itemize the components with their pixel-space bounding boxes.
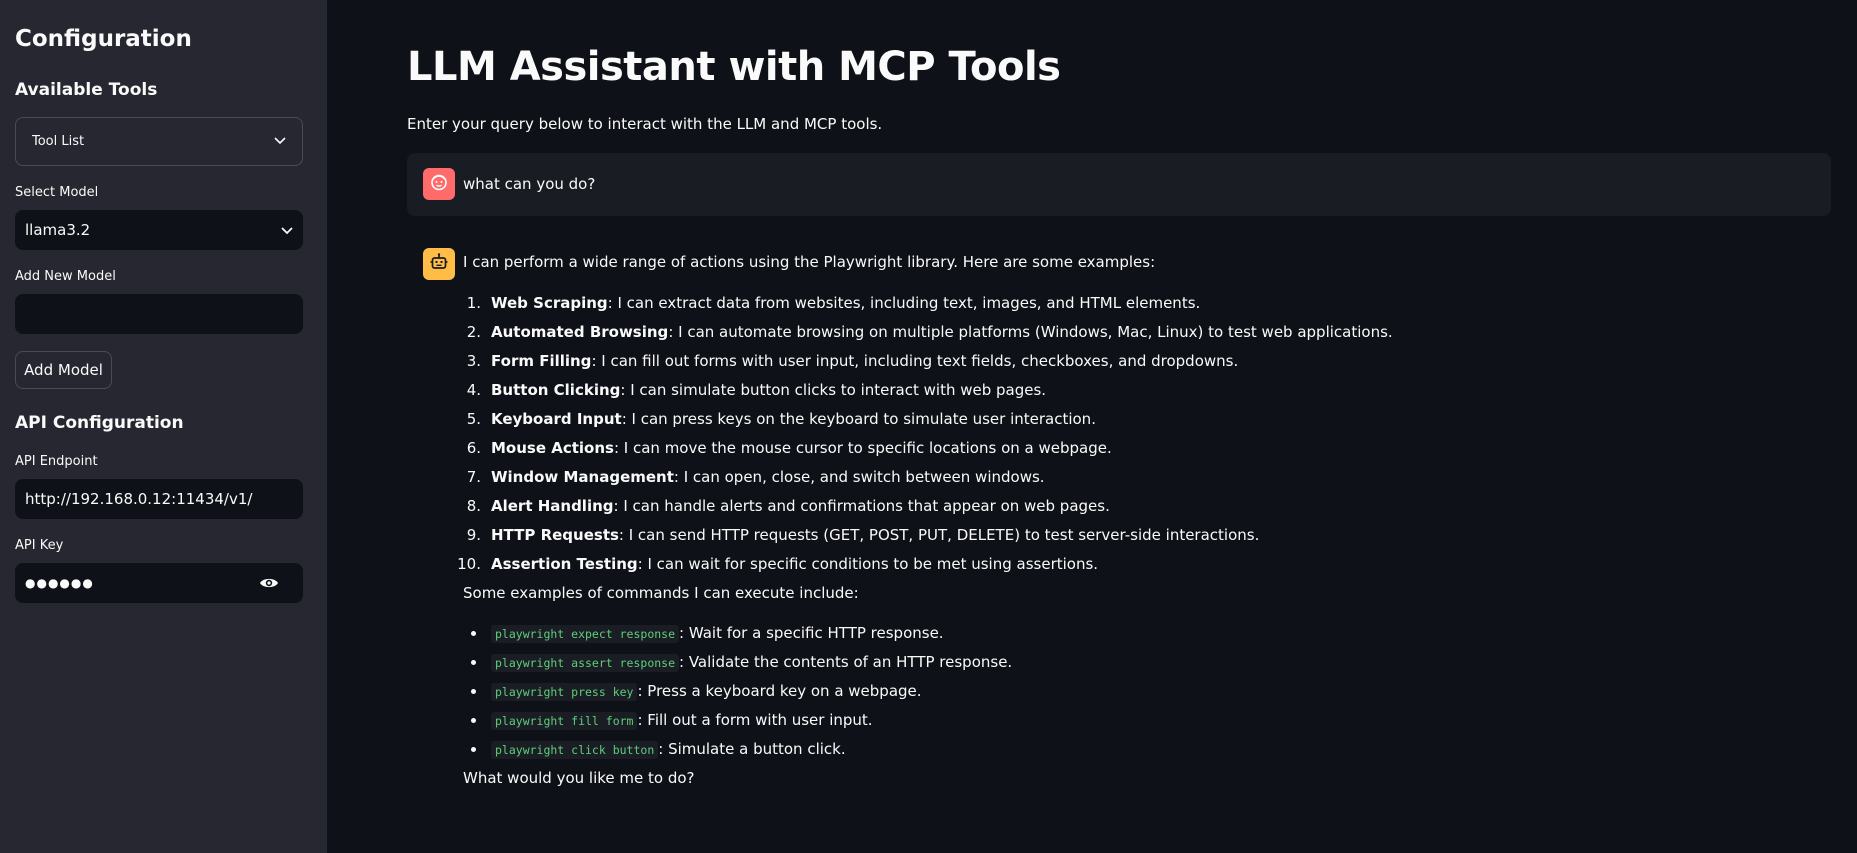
chevron-down-icon <box>274 134 286 149</box>
command-item: playwright expect response: Wait for a s… <box>463 623 1763 652</box>
list-item-title: Assertion Testing <box>491 555 638 573</box>
capabilities-list: 1. Web Scraping: I can extract data from … <box>457 293 1763 583</box>
list-item-text: : I can move the mouse cursor to specifi… <box>613 439 1112 457</box>
api-endpoint-value: http://192.168.0.12:11434/v1/ <box>25 490 253 508</box>
api-endpoint-input[interactable]: http://192.168.0.12:11434/v1/ <box>15 479 303 519</box>
commands-list: playwright expect response: Wait for a s… <box>463 623 1763 768</box>
command-item: playwright fill form: Fill out a form wi… <box>463 710 1763 739</box>
assistant-closing: What would you like me to do? <box>463 769 695 787</box>
list-item-number: 6. <box>466 439 481 457</box>
api-key-masked-value: ●●●●●● <box>25 576 94 590</box>
api-key-input[interactable]: ●●●●●● <box>15 563 303 603</box>
add-new-model-input[interactable] <box>15 294 303 334</box>
command-text: : Wait for a specific HTTP response. <box>679 624 944 642</box>
command-code: playwright assert response <box>491 654 680 672</box>
list-item-title: Alert Handling <box>491 497 614 515</box>
api-config-heading: API Configuration <box>15 413 184 433</box>
assistant-avatar <box>423 248 455 280</box>
list-item: 2. Automated Browsing: I can automate bro… <box>463 322 1763 351</box>
user-avatar <box>423 168 455 200</box>
list-item-number: 9. <box>466 526 481 544</box>
bullet-icon <box>471 747 476 752</box>
command-code: playwright click button <box>491 741 659 759</box>
list-item: 8. Alert Handling: I can handle alerts an… <box>463 496 1763 525</box>
command-item: playwright assert response: Validate the… <box>463 652 1763 681</box>
list-item-number: 5. <box>466 410 481 428</box>
user-message-text: what can you do? <box>463 175 596 193</box>
assistant-message: I can perform a wide range of actions us… <box>457 252 1763 788</box>
list-item-text: : I can automate browsing on multiple pl… <box>668 323 1393 341</box>
list-item-number: 2. <box>466 323 481 341</box>
command-code: playwright press key <box>491 683 638 701</box>
list-item-title: Web Scraping <box>491 294 608 312</box>
command-text: : Simulate a button click. <box>658 740 846 758</box>
list-item: 10. Assertion Testing: I can wait for spe… <box>457 554 1763 583</box>
select-model-label: Select Model <box>15 185 99 200</box>
selected-model-value: llama3.2 <box>25 221 91 239</box>
list-item-text: : I can extract data from websites, incl… <box>607 294 1201 312</box>
list-item: 7. Window Management: I can open, close, … <box>463 467 1763 496</box>
api-endpoint-label: API Endpoint <box>15 454 98 469</box>
tools-heading: Available Tools <box>15 80 158 100</box>
bullet-icon <box>471 631 476 636</box>
list-item-text: : I can simulate button clicks to intera… <box>620 381 1047 399</box>
user-face-icon <box>429 172 449 196</box>
list-item-number: 8. <box>466 497 481 515</box>
list-item-text: : I can press keys on the keyboard to si… <box>621 410 1096 428</box>
chevron-down-icon <box>281 221 293 239</box>
list-item: 6. Mouse Actions: I can move the mouse cu… <box>463 438 1763 467</box>
list-item-title: Window Management <box>491 468 674 486</box>
add-new-model-label: Add New Model <box>15 269 116 284</box>
list-item: 4. Button Clicking: I can simulate button… <box>463 380 1763 409</box>
list-item-title: Form Filling <box>491 352 592 370</box>
page-title: LLM Assistant with MCP Tools <box>407 44 1061 90</box>
examples-intro: Some examples of commands I can execute … <box>463 584 859 602</box>
robot-icon <box>429 252 449 276</box>
list-item-text: : I can open, close, and switch between … <box>673 468 1045 486</box>
list-item-title: Button Clicking <box>491 381 621 399</box>
list-item: 9. HTTP Requests: I can send HTTP request… <box>463 525 1763 554</box>
list-item-text: : I can wait for specific conditions to … <box>637 555 1099 573</box>
list-item-text: : I can handle alerts and confirmations … <box>613 497 1110 515</box>
bullet-icon <box>471 718 476 723</box>
list-item-title: HTTP Requests <box>491 526 619 544</box>
assistant-intro: I can perform a wide range of actions us… <box>463 253 1156 271</box>
main-content: LLM Assistant with MCP Tools Enter your … <box>327 0 1857 853</box>
command-code: playwright fill form <box>491 712 638 730</box>
command-text: : Fill out a form with user input. <box>637 711 873 729</box>
list-item-number: 10. <box>457 555 481 573</box>
tool-list-label: Tool List <box>32 134 85 149</box>
sidebar: Configuration Available Tools Tool List … <box>0 0 327 853</box>
tool-list-expander[interactable]: Tool List <box>15 117 303 166</box>
list-item: 1. Web Scraping: I can extract data from … <box>463 293 1763 322</box>
list-item: 3. Form Filling: I can fill out forms wit… <box>463 351 1763 380</box>
list-item-number: 1. <box>466 294 481 312</box>
list-item-title: Mouse Actions <box>491 439 614 457</box>
model-select[interactable]: llama3.2 <box>15 210 303 250</box>
command-text: : Press a keyboard key on a webpage. <box>637 682 922 700</box>
user-message: what can you do? <box>407 153 1831 216</box>
sidebar-title: Configuration <box>15 26 192 52</box>
page-caption: Enter your query below to interact with … <box>407 115 883 133</box>
add-model-button[interactable]: Add Model <box>15 351 112 389</box>
api-key-label: API Key <box>15 538 64 553</box>
bullet-icon <box>471 689 476 694</box>
command-text: : Validate the contents of an HTTP respo… <box>679 653 1013 671</box>
list-item-number: 3. <box>466 352 481 370</box>
eye-icon[interactable] <box>259 576 279 590</box>
command-code: playwright expect response <box>491 625 680 643</box>
list-item: 5. Keyboard Input: I can press keys on th… <box>463 409 1763 438</box>
list-item-number: 7. <box>466 468 481 486</box>
bullet-icon <box>471 660 476 665</box>
list-item-number: 4. <box>466 381 481 399</box>
command-item: playwright click button: Simulate a butt… <box>463 739 1763 768</box>
list-item-title: Keyboard Input <box>491 410 622 428</box>
list-item-text: : I can send HTTP requests (GET, POST, P… <box>618 526 1260 544</box>
command-item: playwright press key: Press a keyboard k… <box>463 681 1763 710</box>
list-item-title: Automated Browsing <box>491 323 669 341</box>
list-item-text: : I can fill out forms with user input, … <box>591 352 1239 370</box>
